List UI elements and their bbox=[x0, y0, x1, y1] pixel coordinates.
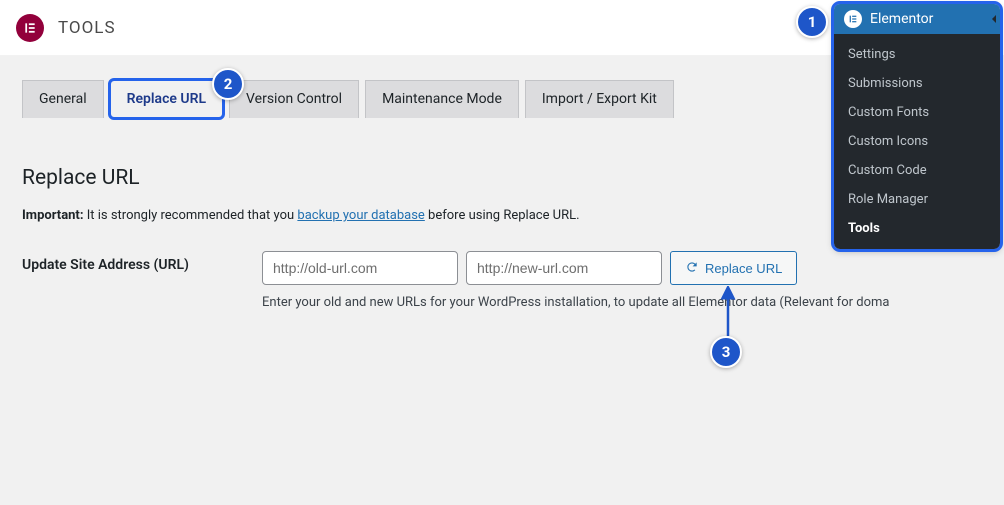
refresh-icon bbox=[685, 260, 699, 277]
flyout-item-custom-code[interactable]: Custom Code bbox=[834, 156, 1000, 185]
backup-database-link[interactable]: backup your database bbox=[297, 208, 424, 223]
replace-url-button-label: Replace URL bbox=[705, 261, 782, 276]
update-url-row: Update Site Address (URL) Replace URL En… bbox=[22, 251, 982, 310]
page-title: TOOLS bbox=[58, 18, 116, 38]
replace-url-button[interactable]: Replace URL bbox=[670, 251, 797, 285]
tab-general[interactable]: General bbox=[22, 80, 104, 118]
flyout-item-submissions[interactable]: Submissions bbox=[834, 69, 1000, 98]
elementor-logo-icon bbox=[16, 14, 44, 42]
step-badge-2: 2 bbox=[212, 68, 244, 100]
new-url-input[interactable] bbox=[466, 251, 662, 285]
step-badge-3: 3 bbox=[710, 336, 742, 368]
old-url-input[interactable] bbox=[262, 251, 458, 285]
flyout-item-custom-icons[interactable]: Custom Icons bbox=[834, 127, 1000, 156]
flyout-item-role-manager[interactable]: Role Manager bbox=[834, 185, 1000, 214]
tab-maintenance-mode[interactable]: Maintenance Mode bbox=[365, 80, 519, 118]
form-label: Update Site Address (URL) bbox=[22, 251, 262, 273]
flyout-title: Elementor bbox=[870, 11, 933, 27]
important-text-post: before using Replace URL. bbox=[425, 208, 580, 223]
url-inputs-group: Replace URL bbox=[262, 251, 982, 285]
step-badge-1: 1 bbox=[796, 6, 828, 38]
tab-import-export-kit[interactable]: Import / Export Kit bbox=[525, 80, 674, 118]
elementor-mini-logo-icon bbox=[844, 10, 862, 28]
caret-left-icon bbox=[992, 15, 996, 23]
flyout-item-custom-fonts[interactable]: Custom Fonts bbox=[834, 98, 1000, 127]
tab-replace-url[interactable]: Replace URL bbox=[110, 80, 223, 118]
flyout-item-settings[interactable]: Settings bbox=[834, 40, 1000, 69]
flyout-header[interactable]: Elementor bbox=[834, 4, 1000, 34]
form-fields: Replace URL Enter your old and new URLs … bbox=[262, 251, 982, 310]
flyout-item-tools[interactable]: Tools bbox=[834, 214, 1000, 243]
important-text-pre: It is strongly recommended that you bbox=[84, 208, 298, 223]
helper-text: Enter your old and new URLs for your Wor… bbox=[262, 295, 982, 310]
elementor-flyout-menu: Elementor Settings Submissions Custom Fo… bbox=[834, 4, 1000, 249]
tab-version-control[interactable]: Version Control bbox=[229, 80, 359, 118]
flyout-body: Settings Submissions Custom Fonts Custom… bbox=[834, 34, 1000, 249]
important-label: Important: bbox=[22, 208, 84, 223]
